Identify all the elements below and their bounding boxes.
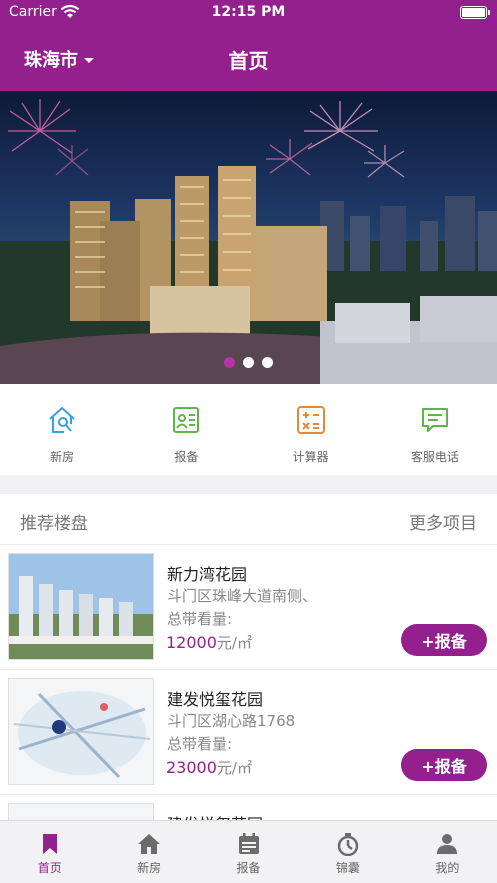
price-unit: 元/㎡	[216, 759, 252, 777]
section-title: 推荐楼盘	[20, 514, 88, 534]
quick-item-label: 新房	[50, 450, 75, 464]
listing-thumbnail	[8, 678, 154, 785]
quick-item-label: 报备	[174, 450, 199, 464]
tab-label: 首页	[37, 861, 62, 875]
listing-address: 斗门区湖心路1768	[167, 712, 296, 730]
recommended-section: 推荐楼盘 更多项目 新力湾花园 斗门区珠峰大道南侧、 总带看量: 12000元/…	[0, 494, 497, 824]
tab-report[interactable]: 报备	[199, 821, 298, 883]
listing-name: 建发悦玺花园	[167, 690, 264, 709]
person-icon	[437, 834, 458, 854]
stopwatch-icon	[337, 833, 359, 856]
carousel-dot[interactable]	[243, 357, 254, 368]
quick-item-report[interactable]: 报备	[124, 384, 248, 475]
status-bar: Carrier 12:15 PM	[0, 0, 497, 26]
tab-new-house[interactable]: 新房	[99, 821, 198, 883]
banner-carousel[interactable]	[0, 91, 497, 384]
price-value: 23000	[166, 758, 217, 777]
app-root: Carrier 12:15 PM 珠海市 首页 新房 报备 计算器 客服电话 推…	[0, 0, 497, 883]
tab-tips[interactable]: 锦囊	[298, 821, 397, 883]
chat-bubble-icon	[421, 408, 448, 432]
tab-home[interactable]: 首页	[0, 821, 99, 883]
listing-card[interactable]: 建发悦玺花园 斗门区湖心路1768 总带看量: 23000元/㎡ +报备	[0, 670, 497, 795]
quick-item-label: 客服电话	[410, 450, 459, 464]
quick-item-service-phone[interactable]: 客服电话	[373, 384, 497, 475]
calendar-icon	[238, 833, 259, 854]
listing-views: 总带看量:	[167, 610, 233, 628]
status-time: 12:15 PM	[211, 4, 286, 20]
price-unit: 元/㎡	[216, 634, 252, 652]
report-button[interactable]: +报备	[401, 624, 487, 656]
tab-label: 我的	[435, 861, 460, 875]
more-projects-link[interactable]: 更多项目	[409, 509, 477, 534]
quick-item-label: 计算器	[292, 450, 329, 464]
listing-address: 斗门区珠峰大道南侧、	[167, 587, 318, 605]
battery-icon	[460, 6, 490, 19]
tab-mine[interactable]: 我的	[398, 821, 497, 883]
quick-menu: 新房 报备 计算器 客服电话	[0, 384, 497, 475]
listing-price: 12000元/㎡	[166, 632, 252, 653]
report-card-icon	[173, 407, 200, 433]
home-icon	[138, 834, 161, 854]
tab-label: 锦囊	[335, 861, 360, 875]
listing-card[interactable]: 新力湾花园 斗门区珠峰大道南侧、 总带看量: 12000元/㎡ +报备	[0, 545, 497, 670]
page-title: 首页	[228, 49, 269, 73]
tab-label: 报备	[236, 861, 261, 875]
quick-item-new-house[interactable]: 新房	[0, 384, 124, 475]
listing-views: 总带看量:	[167, 735, 233, 753]
bookmark-icon	[42, 834, 57, 854]
carousel-dot[interactable]	[262, 357, 273, 368]
calculator-icon	[296, 406, 325, 434]
top-bar: Carrier 12:15 PM 珠海市 首页	[0, 0, 497, 91]
nav-bar: 珠海市 首页	[0, 26, 497, 91]
tab-label: 新房	[137, 861, 162, 875]
tab-bar: 首页 新房 报备 锦囊 我的	[0, 820, 497, 883]
listing-thumbnail	[8, 553, 154, 660]
house-search-icon	[49, 407, 75, 433]
banner-image	[0, 99, 497, 384]
section-header: 推荐楼盘 更多项目	[0, 494, 497, 545]
carousel-dots	[0, 357, 497, 368]
report-button[interactable]: +报备	[401, 749, 487, 781]
carousel-dot[interactable]	[224, 357, 235, 368]
listing-price: 23000元/㎡	[166, 757, 252, 778]
quick-item-calculator[interactable]: 计算器	[249, 384, 373, 475]
listing-name: 新力湾花园	[167, 565, 248, 584]
price-value: 12000	[166, 633, 217, 652]
